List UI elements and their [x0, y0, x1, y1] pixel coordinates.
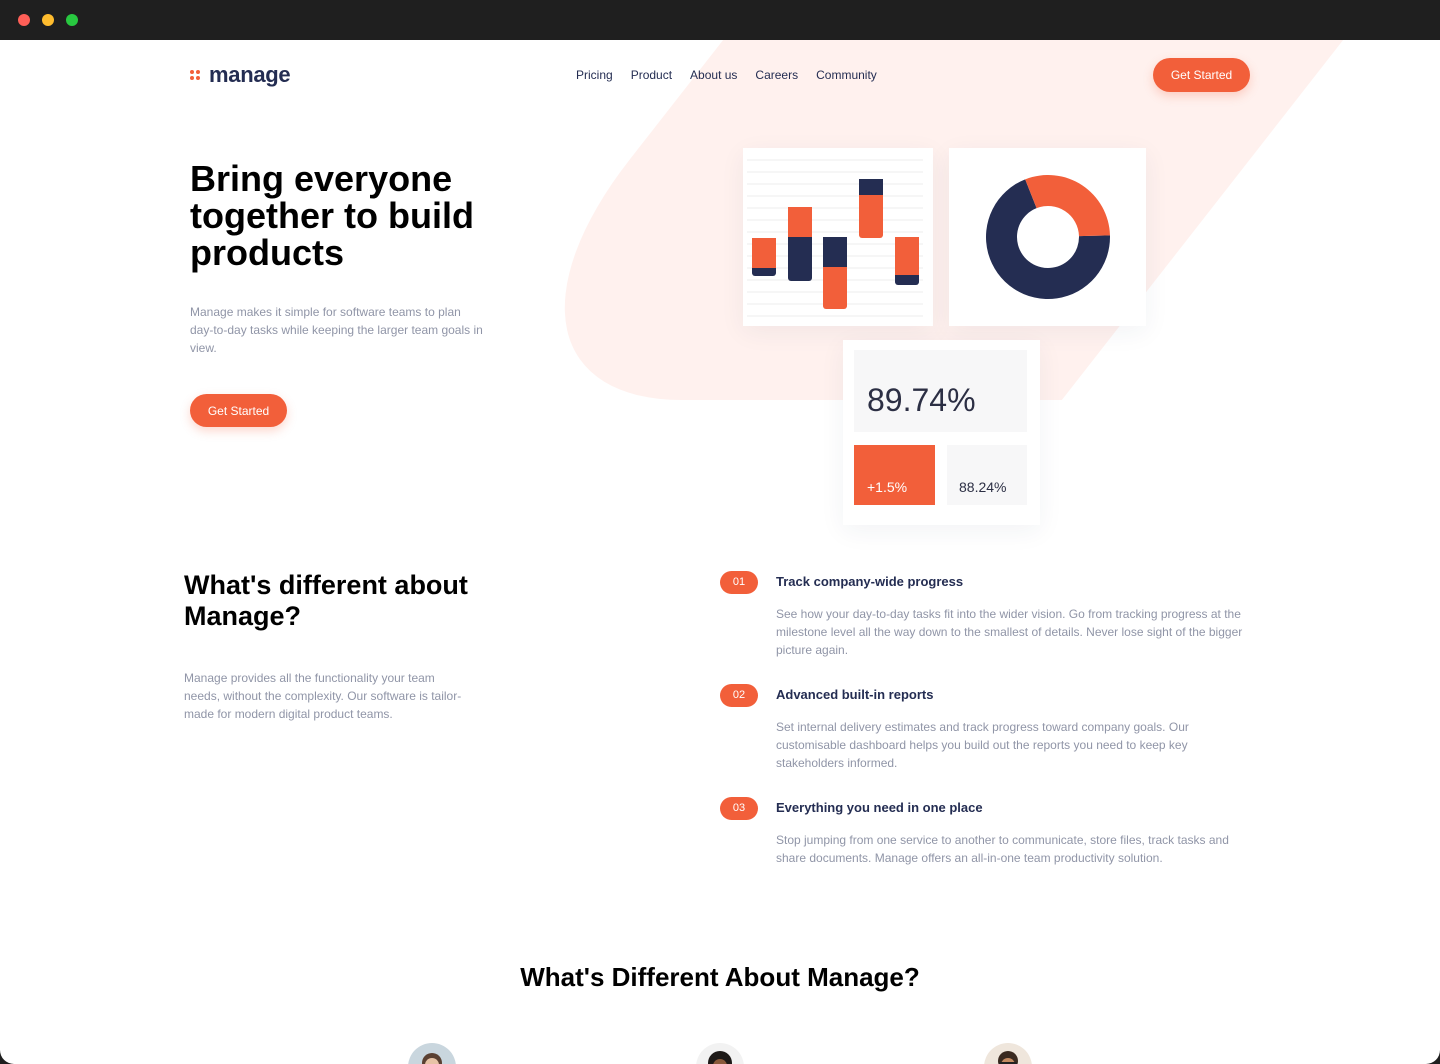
avatar	[408, 1043, 456, 1064]
testimonials-title: What's Different About Manage?	[520, 962, 920, 992]
landing-page: manage Pricing Product About us Careers …	[0, 40, 1440, 1064]
feature-text: See how your day-to-day tasks fit into t…	[776, 607, 1243, 657]
stat-main-value: 89.74%	[867, 382, 976, 418]
main-nav: Pricing Product About us Careers Communi…	[576, 68, 877, 82]
features-title: What's different about Manage?	[184, 570, 468, 631]
feature-number-badge: 03	[720, 797, 758, 820]
nav-item-about[interactable]: About us	[690, 68, 737, 82]
avatar	[696, 1043, 744, 1064]
feature-number-badge: 02	[720, 684, 758, 707]
logo[interactable]: manage	[190, 62, 291, 88]
stat-change-tile: +1.5%	[854, 445, 935, 505]
bar-chart-graphic	[747, 159, 923, 317]
nav-item-product[interactable]: Product	[631, 68, 672, 82]
donut-chart-card	[949, 148, 1146, 326]
feature-text: Set internal delivery estimates and trac…	[776, 720, 1189, 770]
bar-chart-card	[743, 148, 933, 326]
window-minimize-icon[interactable]	[42, 14, 54, 26]
window-close-icon[interactable]	[18, 14, 30, 26]
logo-text: manage	[209, 62, 291, 87]
header-get-started-button[interactable]: Get Started	[1153, 58, 1250, 92]
hero-title: Bring everyone together to build product…	[190, 158, 474, 273]
feature-number-badge: 01	[720, 571, 758, 594]
donut-orange-segment	[1025, 175, 1110, 237]
donut-chart-graphic	[986, 175, 1110, 299]
stat-change-value: +1.5%	[867, 479, 908, 495]
logo-dots-icon	[190, 69, 202, 81]
browser-chrome	[0, 0, 1440, 40]
feature-title: Track company-wide progress	[776, 574, 964, 589]
stats-card: 89.74% +1.5% 88.24%	[843, 340, 1040, 525]
avatar	[984, 1043, 1032, 1064]
stat-secondary-tile: 88.24%	[947, 445, 1027, 505]
hero-get-started-button[interactable]: Get Started	[190, 394, 287, 427]
feature-text: Stop jumping from one service to another…	[776, 833, 1229, 865]
window-maximize-icon[interactable]	[66, 14, 78, 26]
nav-item-community[interactable]: Community	[816, 68, 877, 82]
stat-secondary-value: 88.24%	[959, 479, 1007, 495]
nav-item-pricing[interactable]: Pricing	[576, 68, 613, 82]
features-description: Manage provides all the functionality yo…	[184, 671, 462, 721]
hero-description: Manage makes it simple for software team…	[190, 305, 483, 355]
feature-title: Everything you need in one place	[776, 800, 983, 815]
nav-item-careers[interactable]: Careers	[755, 68, 798, 82]
feature-title: Advanced built-in reports	[776, 687, 934, 702]
stat-main-tile: 89.74%	[854, 350, 1027, 432]
